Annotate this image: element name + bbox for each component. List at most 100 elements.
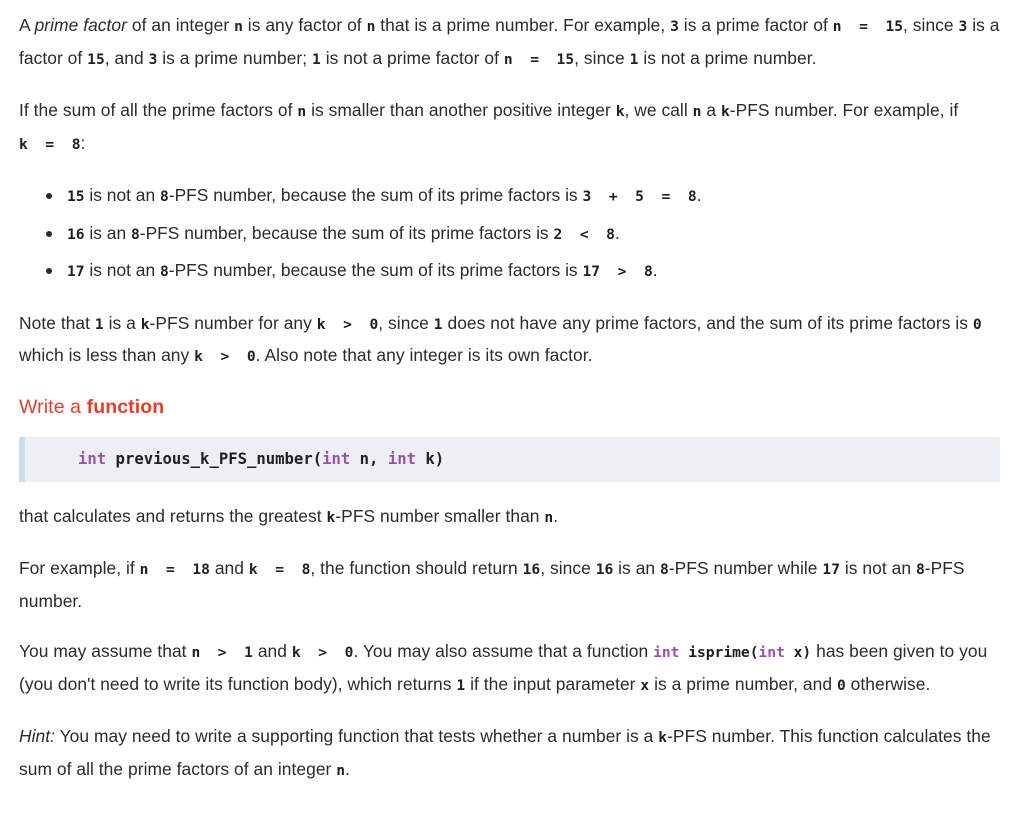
text-fragment: is not a prime factor of [320,47,504,68]
text-fragment: , since [574,47,630,68]
inline-code-0: 0 [972,315,982,333]
text-fragment: -PFS number while [668,558,823,578]
inline-code-n-equals-15: n = 15 [832,18,904,35]
function-signature-codeblock: int previous_k_PFS_number(int n, int k) [19,436,1000,482]
text-fragment: and [252,641,292,661]
paragraph-function-purpose: that calculates and returns the greatest… [19,501,1012,534]
inline-code-k: k [140,315,150,333]
text-fragment: . [696,185,702,205]
text-fragment: . Also note that any integer is its own … [255,345,593,365]
text-fragment: , since [540,558,596,578]
inline-code-0: 0 [836,676,846,694]
text-fragment: is a [103,312,141,333]
code-keyword-int: int [387,449,417,468]
text-fragment: . [345,758,350,779]
code-text: x) [784,644,812,661]
text-fragment: , since [903,15,959,35]
inline-code-k-gt-0: k > 0 [316,315,379,333]
text-fragment: -PFS number smaller than [335,505,545,526]
text-fragment: For example, if [19,558,140,578]
inline-code-n-equals-15: n = 15 [503,50,575,68]
text-fragment: -PFS number. For example, if [729,100,959,120]
inline-code-1: 1 [433,315,443,333]
text-fragment: Note that [19,312,95,333]
text-fragment: : [80,132,86,153]
inline-code-k: k [658,729,668,746]
inline-code-sum: 3 + 5 = 8 [582,188,697,205]
inline-code-1: 1 [456,676,466,694]
text-fragment: -PFS number, because the sum of its prim… [168,260,583,280]
code-text: previous_k_PFS_number( [106,449,323,468]
heading-prefix: Write a [19,395,87,418]
text-fragment: is not a prime number. [638,47,817,68]
text-fragment: of an integer [127,15,235,35]
text-fragment: does not have any prime factors, and the… [442,312,973,333]
inline-code-number: 16 [67,225,85,243]
code-text: n, [350,449,388,468]
text-fragment: is not an [840,558,916,578]
heading-strong-function: function [86,395,165,418]
inline-code-16: 16 [595,561,614,578]
inline-code-n: n [234,18,243,35]
code-keyword-int: int [653,644,680,661]
code-keyword-int: int [758,644,785,661]
examples-list: 15 is not an 8-PFS number, because the s… [19,180,1012,288]
paragraph-prime-factor-definition: A prime factor of an integer n is any fa… [19,10,1012,75]
inline-code-x: x [640,676,650,694]
text-fragment: is any factor of [242,15,367,35]
text-fragment: . [652,260,658,280]
text-fragment: is a prime factor of [678,15,833,35]
list-item: 15 is not an 8-PFS number, because the s… [46,180,1012,213]
text-fragment: if the input parameter [465,673,641,694]
inline-code-15: 15 [87,50,105,68]
text-fragment: is an [84,222,131,243]
text-fragment: is not an [84,260,160,280]
text-fragment: that is a prime number. For example, [375,15,671,35]
inline-code-k: 8 [159,263,169,280]
inline-code-17: 17 [822,561,840,578]
hint-label: Hint: [19,726,56,746]
text-fragment: . You may also assume that a function [353,641,654,661]
inline-code-k: k [720,103,730,120]
inline-code-number: 15 [67,188,85,205]
emphasis-prime-factor: prime factor [34,15,127,35]
inline-code-sum: 2 < 8 [553,225,615,243]
inline-code-n: n [336,761,346,779]
code-keyword-int: int [322,449,351,468]
inline-code-1: 1 [94,315,104,333]
text-fragment: . [553,505,559,526]
text-fragment: a [701,100,721,120]
text-fragment: , we call [624,100,693,120]
text-fragment: -PFS number, because the sum of its prim… [139,222,554,243]
exercise-document: A prime factor of an integer n is any fa… [0,0,1024,786]
inline-code-k-gt-0: k > 0 [291,644,354,661]
code-line: int previous_k_PFS_number(int n, int k) [25,448,1000,470]
text-fragment: . [614,222,620,243]
paragraph-kpfs-definition: If the sum of all the prime factors of n… [19,95,1012,160]
paragraph-note-one-is-kpfs: Note that 1 is a k-PFS number for any k … [19,308,1012,373]
inline-code-k-equals-8: k = 8 [19,135,81,153]
text-fragment: , the function should return [310,558,523,578]
paragraph-assumptions: You may assume that n > 1 and k > 0. You… [19,636,1012,701]
paragraph-worked-example: For example, if n = 18 and k = 8, the fu… [19,553,1012,616]
text-fragment: is not an [84,185,160,205]
inline-code-16: 16 [522,561,541,578]
inline-code-isprime-signature: int isprime(int x) [653,644,811,661]
inline-code-8: 8 [660,561,669,578]
text-fragment: is smaller than another positive integer [306,100,616,120]
text-fragment: -PFS number, because the sum of its prim… [168,185,583,205]
text-fragment: is an [613,558,661,578]
inline-code-k: 8 [130,225,140,243]
text-fragment: You may need to write a supporting funct… [55,726,659,746]
text-fragment: which is less than any [19,345,195,365]
inline-code-1: 1 [312,50,321,68]
inline-code-3: 3 [958,18,968,35]
inline-code-8: 8 [915,561,925,578]
inline-code-3: 3 [670,18,679,35]
inline-code-k-equals-8: k = 8 [248,561,311,578]
paragraph-hint: Hint: You may need to write a supporting… [19,721,1012,786]
text-fragment: and [209,558,249,578]
code-keyword-int: int [78,449,107,468]
code-text: k) [416,449,445,468]
inline-code-n-gt-1: n > 1 [191,644,253,661]
